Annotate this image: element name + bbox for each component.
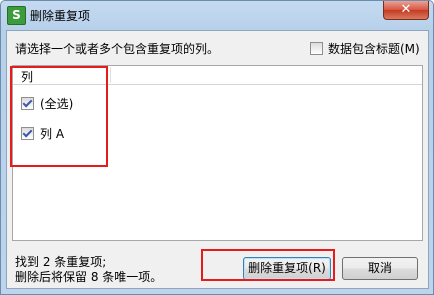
remove-duplicates-button[interactable]: 删除重复项(R) — [243, 257, 331, 280]
close-button[interactable]: ✕ — [383, 1, 429, 20]
column-header-divider — [110, 67, 111, 83]
list-item-select-all[interactable]: (全选) — [21, 95, 73, 112]
cancel-button[interactable]: 取消 — [342, 257, 418, 280]
data-has-headers-checkbox[interactable] — [310, 42, 323, 55]
select-all-label: (全选) — [40, 97, 74, 111]
data-has-headers-option[interactable]: 数据包含标题(M) — [310, 40, 420, 57]
column-a-label: 列 A — [40, 127, 65, 141]
column-a-checkbox[interactable] — [21, 127, 34, 140]
data-has-headers-label: 数据包含标题(M) — [328, 42, 420, 56]
column-list: 列 (全选) 列 A — [12, 65, 423, 241]
instruction-text: 请选择一个或者多个包含重复项的列。 — [15, 42, 220, 56]
dialog-title: 删除重复项 — [30, 9, 91, 23]
column-header-label: 列 — [21, 70, 34, 84]
dialog-body: 请选择一个或者多个包含重复项的列。 数据包含标题(M) 列 (全选) 列 A 找… — [6, 30, 429, 289]
unique-remaining-text: 删除后将保留 8 条唯一项。 — [15, 270, 163, 284]
wps-spreadsheet-icon: S — [7, 6, 26, 25]
column-list-header: 列 — [13, 66, 422, 85]
list-item-column-a[interactable]: 列 A — [21, 125, 64, 142]
close-icon: ✕ — [400, 2, 412, 17]
remove-duplicates-dialog: S 删除重复项 ✕ 请选择一个或者多个包含重复项的列。 数据包含标题(M) 列 … — [0, 0, 434, 295]
title-bar[interactable]: S 删除重复项 ✕ — [1, 1, 433, 29]
select-all-checkbox[interactable] — [21, 97, 34, 110]
